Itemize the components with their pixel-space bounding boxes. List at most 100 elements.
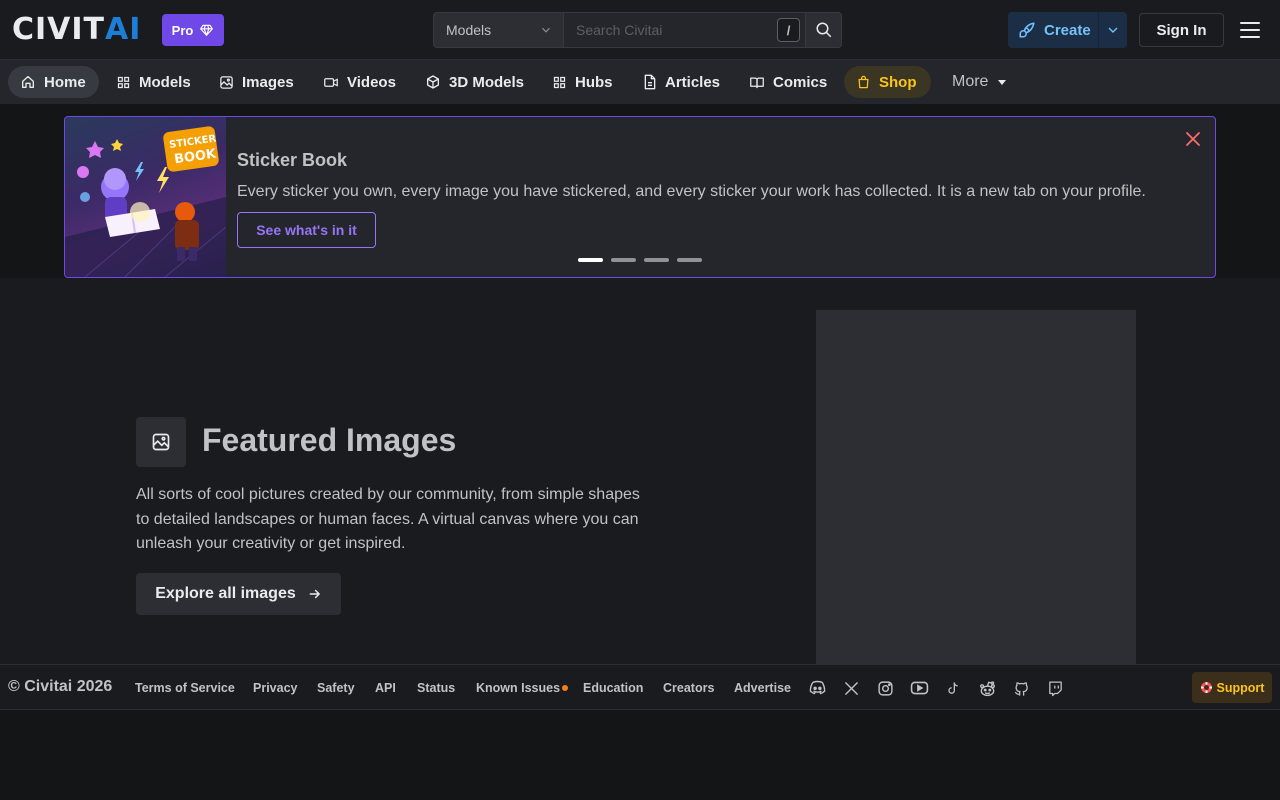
nav-item-label: Comics bbox=[773, 73, 828, 91]
featured-image-icon bbox=[136, 417, 186, 467]
nav-item-models[interactable]: Models bbox=[104, 66, 203, 98]
footer-link-terms[interactable]: Terms of Service bbox=[135, 681, 235, 695]
featured-description: All sorts of cool pictures created by ou… bbox=[136, 486, 640, 552]
pro-button[interactable]: Pro bbox=[162, 14, 224, 46]
discord-icon[interactable] bbox=[807, 678, 827, 698]
brush-icon bbox=[1019, 22, 1035, 38]
nav-more-button[interactable]: More bbox=[940, 66, 1020, 98]
banner-title: Sticker Book bbox=[237, 150, 348, 170]
diamond-icon bbox=[200, 24, 214, 36]
nav-item-comics[interactable]: Comics bbox=[737, 66, 839, 98]
copyright: © Civitai 2026 bbox=[8, 678, 113, 695]
sign-in-button[interactable]: Sign In bbox=[1139, 13, 1224, 47]
arrow-right-icon bbox=[309, 589, 320, 599]
search-input[interactable]: Search Civitai / bbox=[564, 12, 806, 48]
main-nav: Home Models Images Videos 3D Models Hubs… bbox=[0, 60, 1280, 104]
nav-item-articles[interactable]: Articles bbox=[631, 66, 732, 98]
grid-icon bbox=[117, 76, 130, 88]
nav-item-label: Home bbox=[44, 73, 86, 91]
menu-line bbox=[1240, 29, 1260, 31]
banner-cta-button[interactable]: See what's in it bbox=[237, 212, 376, 248]
twitch-icon[interactable] bbox=[1045, 678, 1065, 698]
nav-item-label: Images bbox=[242, 73, 294, 91]
civitai-logo[interactable]: CIVIT AI bbox=[12, 15, 141, 45]
logo-text-ai: AI bbox=[105, 12, 142, 47]
search-placeholder: Search Civitai bbox=[576, 22, 663, 38]
create-main-button[interactable]: Create bbox=[1008, 21, 1098, 39]
featured-images-panel bbox=[816, 310, 1136, 664]
image-icon bbox=[220, 75, 233, 89]
footer: © Civitai 2026 Terms of Service Privacy … bbox=[0, 664, 1280, 710]
video-icon bbox=[324, 77, 338, 87]
footer-link-creators[interactable]: Creators bbox=[663, 681, 714, 695]
nav-item-label: 3D Models bbox=[449, 73, 525, 91]
nav-item-label: Shop bbox=[879, 73, 917, 91]
support-button[interactable]: Support bbox=[1192, 672, 1272, 703]
chevron-down-icon bbox=[1108, 27, 1118, 33]
nav-item-home[interactable]: Home bbox=[8, 66, 99, 98]
nav-item-images[interactable]: Images bbox=[207, 66, 306, 98]
book-icon bbox=[750, 77, 764, 88]
close-icon[interactable] bbox=[1185, 131, 1201, 147]
carousel-dot[interactable] bbox=[644, 258, 669, 262]
carousel-dot[interactable] bbox=[611, 258, 636, 262]
featured-title: Featured Images bbox=[202, 422, 457, 458]
nav-item-label: Videos bbox=[347, 73, 396, 91]
pro-label: Pro bbox=[171, 22, 194, 38]
support-label: Support bbox=[1216, 680, 1265, 695]
logo-text-civit: CIVIT bbox=[12, 12, 106, 47]
youtube-icon[interactable] bbox=[909, 678, 929, 698]
footer-link-advertise[interactable]: Advertise bbox=[734, 681, 791, 695]
nav-item-label: Articles bbox=[665, 73, 721, 91]
banner-text: Every sticker you own, every image you h… bbox=[237, 183, 1146, 200]
footer-link-privacy[interactable]: Privacy bbox=[253, 681, 297, 695]
reddit-icon[interactable] bbox=[977, 678, 997, 698]
lifebuoy-icon bbox=[1200, 682, 1212, 693]
x-icon[interactable] bbox=[841, 678, 861, 698]
menu-line bbox=[1240, 22, 1260, 24]
explore-images-label: Explore all images bbox=[155, 585, 296, 602]
create-label: Create bbox=[1044, 21, 1091, 39]
footer-link-status[interactable]: Status bbox=[417, 681, 455, 695]
search-button[interactable] bbox=[806, 12, 842, 48]
menu-icon[interactable] bbox=[1240, 21, 1260, 39]
chevron-down-icon bbox=[542, 27, 550, 33]
footer-link-known-issues[interactable]: Known Issues bbox=[476, 681, 560, 695]
create-dropdown-button[interactable] bbox=[1099, 22, 1127, 38]
nav-item-videos[interactable]: Videos bbox=[311, 66, 408, 98]
header: CIVIT AI Pro Models Search Civitai / Crea… bbox=[0, 0, 1280, 60]
grid-icon bbox=[553, 76, 566, 88]
carousel-dot[interactable] bbox=[578, 258, 603, 262]
file-icon bbox=[644, 74, 656, 90]
search-category-select[interactable]: Models bbox=[433, 12, 564, 48]
tiktok-icon[interactable] bbox=[943, 678, 963, 698]
nav-item-shop[interactable]: Shop bbox=[844, 66, 931, 98]
menu-line bbox=[1240, 36, 1260, 38]
shopping-bag-icon bbox=[858, 75, 869, 89]
carousel-dot[interactable] bbox=[677, 258, 702, 262]
carousel-dots bbox=[578, 258, 702, 262]
nav-item-label: Hubs bbox=[575, 73, 613, 91]
footer-link-api[interactable]: API bbox=[375, 681, 396, 695]
cube-icon bbox=[427, 75, 439, 89]
footer-link-education[interactable]: Education bbox=[583, 681, 643, 695]
create-button[interactable]: Create bbox=[1008, 12, 1127, 48]
github-icon[interactable] bbox=[1011, 678, 1031, 698]
announcement-banner: STICKER BOOK Sticker Book Every sticker … bbox=[64, 116, 1216, 278]
instagram-icon[interactable] bbox=[875, 678, 895, 698]
featured-section: Featured Images All sorts of cool pictur… bbox=[0, 278, 1280, 664]
nav-item-hubs[interactable]: Hubs bbox=[540, 66, 625, 98]
search-bar: Models Search Civitai / bbox=[433, 12, 842, 48]
search-category-value: Models bbox=[446, 22, 492, 38]
caret-down-icon bbox=[998, 80, 1007, 85]
home-icon bbox=[22, 76, 34, 88]
nav-item-3d-models[interactable]: 3D Models bbox=[413, 66, 536, 98]
nav-more-label: More bbox=[952, 73, 989, 90]
status-indicator-dot bbox=[562, 685, 568, 691]
footer-link-safety[interactable]: Safety bbox=[317, 681, 355, 695]
search-shortcut-key: / bbox=[777, 18, 800, 42]
search-icon bbox=[816, 22, 831, 38]
sticker-book-image: STICKER BOOK bbox=[65, 117, 226, 277]
nav-item-label: Models bbox=[139, 73, 191, 91]
explore-images-button[interactable]: Explore all images bbox=[136, 573, 341, 615]
